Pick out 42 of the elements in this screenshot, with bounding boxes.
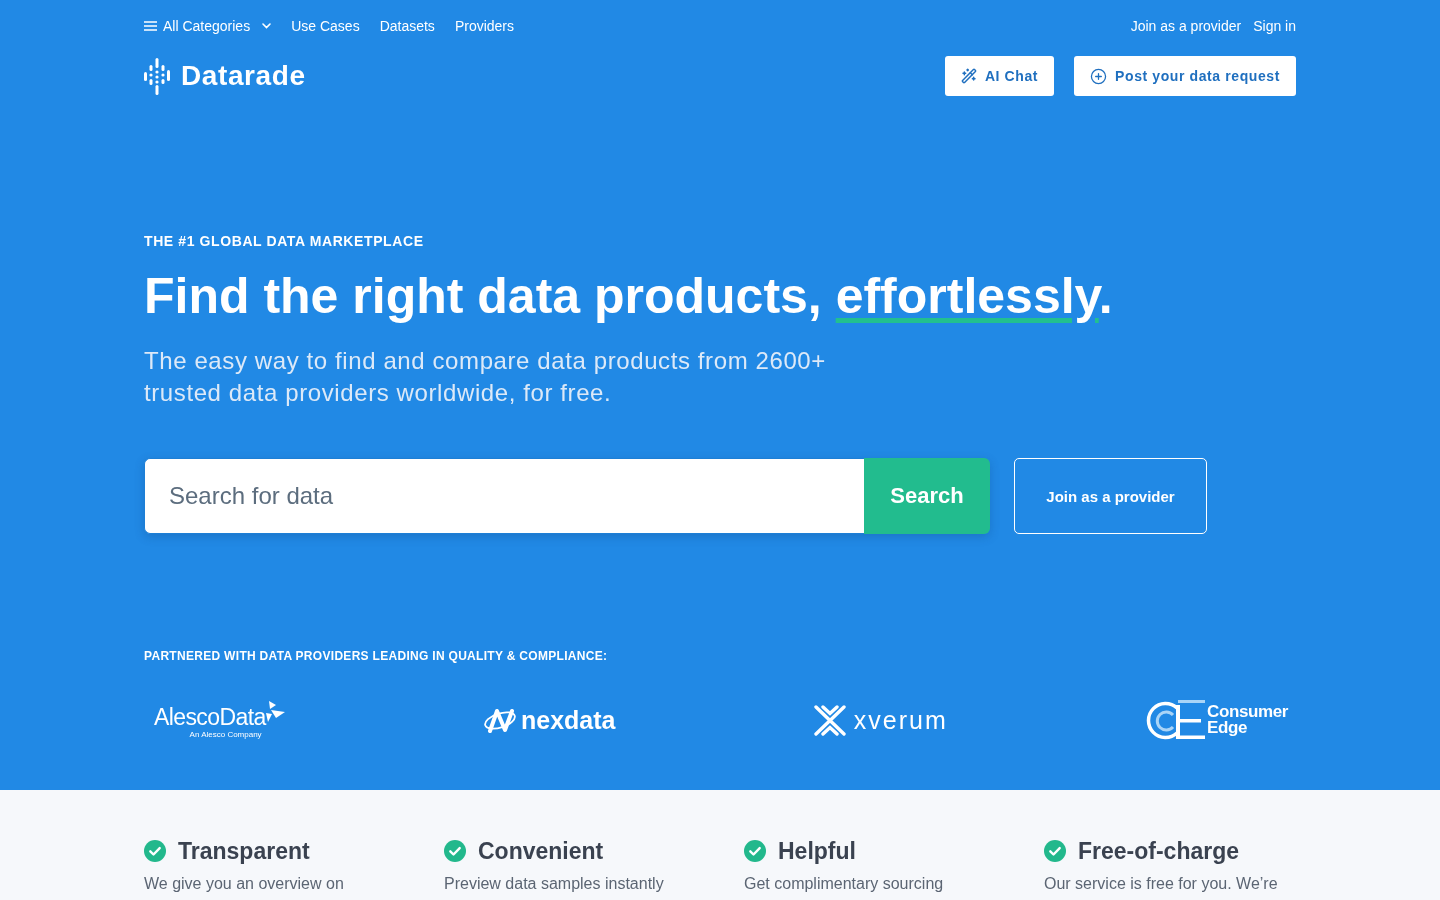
- search-field[interactable]: Search for data: [144, 458, 864, 534]
- account-link[interactable]: Sign in: [1253, 17, 1296, 35]
- eyebrow-text: THE #1 GLOBAL DATA MARKETPLACE: [144, 233, 425, 249]
- arcs-and-bars-logo-icon: [1146, 699, 1206, 741]
- nav-link[interactable]: Datasets: [379, 17, 435, 35]
- categories-menu-link[interactable]: All Categories: [144, 17, 272, 35]
- swoosh-logo-icon: [482, 707, 517, 733]
- partner-logo-text: AlescoData: [154, 705, 266, 730]
- feature-title: Helpful: [778, 837, 856, 865]
- feature-text: Preview data samples instantly: [444, 874, 665, 894]
- check-circle-icon: [144, 840, 166, 862]
- magic-wand-icon: [960, 68, 977, 84]
- join-provider-button[interactable]: Join as a provider: [1014, 458, 1207, 534]
- account-link[interactable]: Join as a provider: [1130, 17, 1242, 35]
- search-button[interactable]: Search: [864, 458, 990, 534]
- partner-logo-text: nexdata: [520, 705, 616, 735]
- partner-logo-text: Consumer Edge: [1207, 704, 1288, 736]
- feature-text: Our service is free for you. We’re: [1044, 874, 1279, 894]
- partner-logo-text: xverum: [853, 705, 948, 735]
- hero-headline: Find the right data products, effortlessly.: [144, 267, 1114, 326]
- post-request-button[interactable]: Post your data request: [1074, 56, 1296, 96]
- check-circle-icon: [1044, 840, 1066, 862]
- partners-heading: PARTNERED WITH DATA PROVIDERS LEADING IN QUALITY & COMPLIANCE:: [144, 648, 609, 664]
- feature-text: We give you an overview on: [144, 874, 345, 894]
- nav-link[interactable]: Providers: [454, 17, 514, 35]
- triangles-logo-icon: [265, 701, 285, 722]
- feature-text: Get complimentary sourcing: [744, 874, 945, 894]
- feature-title: Transparent: [178, 837, 310, 865]
- menu-icon: [144, 21, 157, 31]
- feature-title: Free-of-charge: [1078, 837, 1240, 865]
- nav-link[interactable]: Use Cases: [291, 17, 360, 35]
- check-circle-icon: [744, 840, 766, 862]
- chevron-down-icon: [262, 23, 272, 29]
- check-circle-icon: [444, 840, 466, 862]
- crossed-chevrons-logo-icon: [813, 704, 846, 736]
- brand-name: Datarade: [181, 59, 306, 93]
- partner-logo-tagline: An Alesco Company: [189, 730, 262, 739]
- hero-subtitle: The easy way to find and compare data products from 2600+ trusted data providers worldwide, for free.: [144, 346, 827, 408]
- logo-icon: [144, 57, 170, 95]
- ai-chat-button[interactable]: AI Chat: [944, 56, 1055, 96]
- plus-circle-icon: [1090, 67, 1108, 85]
- feature-title: Convenient: [478, 837, 604, 865]
